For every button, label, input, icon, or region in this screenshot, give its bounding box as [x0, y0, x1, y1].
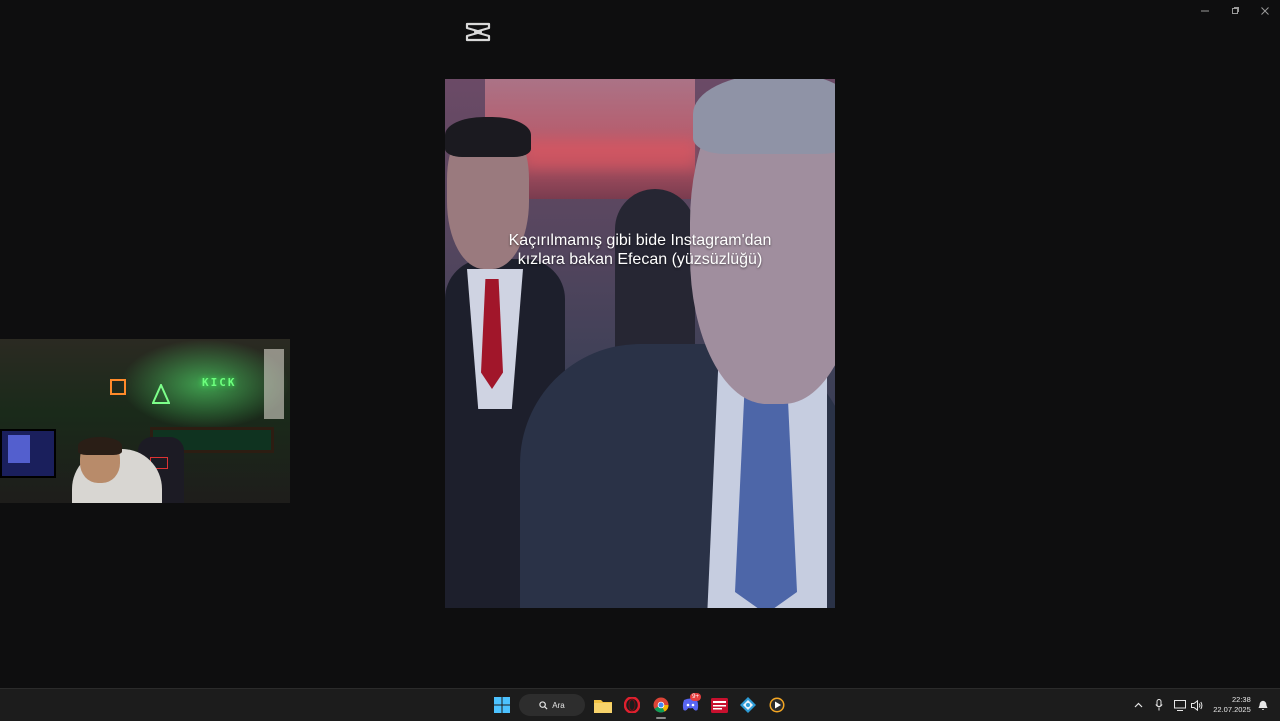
- opera-button[interactable]: [620, 689, 644, 721]
- chrome-button[interactable]: [649, 689, 673, 721]
- video-player[interactable]: [445, 79, 835, 608]
- file-explorer-button[interactable]: [591, 689, 615, 721]
- close-button[interactable]: [1250, 0, 1280, 22]
- person-right-hair: [693, 79, 835, 154]
- streamer-hair: [78, 437, 122, 455]
- network-button[interactable]: [1172, 689, 1188, 721]
- background-light: [525, 139, 695, 169]
- news-app-button[interactable]: [707, 689, 731, 721]
- network-monitor-icon: [1174, 699, 1186, 711]
- start-button[interactable]: [490, 689, 514, 721]
- tray-overflow-button[interactable]: [1130, 689, 1146, 721]
- chrome-icon: [653, 697, 669, 713]
- search-icon: [539, 700, 548, 710]
- lamp: [264, 349, 284, 419]
- restore-button[interactable]: [1220, 0, 1250, 22]
- capcut-logo-icon: [465, 20, 491, 44]
- search-label: Ara: [552, 700, 565, 710]
- discord-badge: 9+: [690, 693, 701, 701]
- monitor-screen: [8, 435, 30, 463]
- close-icon: [1261, 7, 1269, 15]
- neon-logo-icon: [152, 384, 170, 404]
- caption-line-2: kızlara bakan Efecan (yüzsüzlüğü): [517, 251, 763, 268]
- start-icon: [494, 697, 510, 713]
- speaker-icon: [1191, 699, 1203, 711]
- network-app-icon: [740, 697, 756, 713]
- news-app-icon: [710, 697, 728, 713]
- kick-sign: KICK: [202, 376, 237, 389]
- discord-button[interactable]: 9+: [678, 689, 702, 721]
- clock-button[interactable]: 22:38 22.07.2025: [1210, 689, 1254, 721]
- person-right-tie: [735, 394, 797, 608]
- opera-icon: [624, 697, 640, 713]
- microphone-button[interactable]: [1151, 689, 1167, 721]
- clock-time: 22:38: [1231, 695, 1251, 704]
- clock: 22:38 22.07.2025: [1213, 695, 1251, 715]
- caption-line-1: Kaçırılmamış gibi bide Instagram'dan: [508, 232, 772, 249]
- search-box[interactable]: Ara: [519, 694, 585, 716]
- media-player-button[interactable]: [765, 689, 789, 721]
- file-explorer-icon: [594, 699, 612, 713]
- microphone-icon: [1155, 699, 1163, 711]
- volume-button[interactable]: [1189, 689, 1205, 721]
- minimize-button[interactable]: [1190, 0, 1220, 22]
- clock-date: 22.07.2025: [1213, 705, 1251, 714]
- taskbar: Ara 9+ 22:38 22.07.2025: [0, 688, 1280, 721]
- network-app-button[interactable]: [736, 689, 760, 721]
- notifications-button[interactable]: [1256, 689, 1270, 721]
- person-left-hair: [445, 117, 531, 157]
- restore-icon: [1232, 7, 1239, 14]
- media-player-icon: [769, 697, 785, 713]
- webcam-overlay: KICK: [0, 339, 290, 503]
- minimize-icon: [1201, 10, 1209, 12]
- window-controls: [1190, 0, 1280, 22]
- bell-icon: [1258, 700, 1268, 710]
- active-indicator: [656, 717, 666, 719]
- video-caption: Kaçırılmamış gibi bide Instagram'dan kız…: [445, 231, 835, 269]
- chevron-up-icon: [1134, 702, 1142, 708]
- neon-basket-icon: [110, 379, 126, 395]
